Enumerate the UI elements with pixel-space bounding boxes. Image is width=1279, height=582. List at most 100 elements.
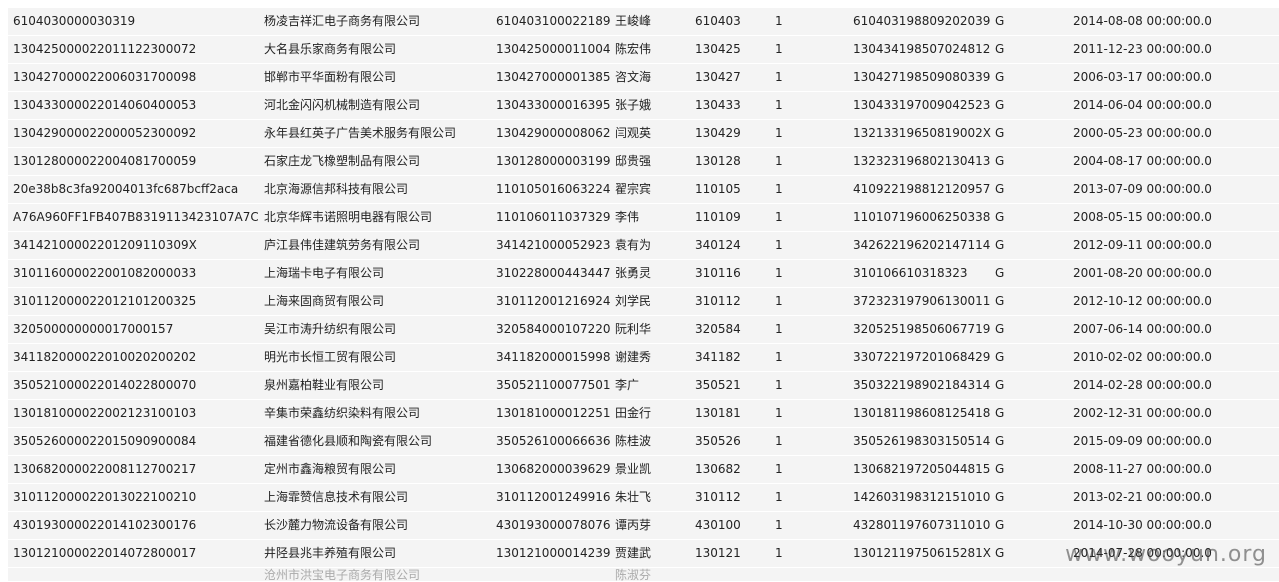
- cell-id-number: 132323196802130413: [853, 154, 991, 168]
- cell-id-number: 342622196202147114: [853, 238, 991, 252]
- cell-record-id: A76A960FF1FB407B8319113423107A7C: [13, 210, 258, 224]
- cell-registration-no: 130429000008062: [496, 126, 611, 140]
- cell-registration-no: 130682000039629: [496, 462, 611, 476]
- cell-id-number: 130427198509080339: [853, 70, 991, 84]
- cell-id-number: 130682197205044815: [853, 462, 991, 476]
- cell-id-number: 320525198506067719: [853, 322, 991, 336]
- cell-id-number: 130181198608125418: [853, 406, 991, 420]
- cell-date: 2012-09-11 00:00:00.0: [1073, 238, 1212, 252]
- cell-area-code: 130181: [695, 406, 741, 420]
- cell-area-code: 130429: [695, 126, 741, 140]
- table-row: 20e38b8c3fa92004013fc687bcff2aca 北京海源信邦科技…: [8, 176, 1279, 204]
- cell-id-number: 110107196006250338: [853, 210, 991, 224]
- cell-registration-no: [496, 568, 614, 581]
- cell-company-name: 明光市长恒工贸有限公司: [264, 350, 397, 364]
- cell-date: 2010-02-02 00:00:00.0: [1073, 350, 1212, 364]
- cell-registration-no: 130121000014239: [496, 546, 611, 560]
- cell-record-id: 310112000022012101200325: [13, 294, 197, 308]
- cell-company-name: 北京海源信邦科技有限公司: [264, 182, 409, 196]
- cell-status-flag: 1: [775, 406, 783, 420]
- table-row: 6104030000030319 杨凌吉祥汇电子商务有限公司 61040310002…: [8, 8, 1279, 36]
- cell-registration-no: 110105016063224: [496, 182, 611, 196]
- cell-status-flag: 1: [775, 42, 783, 56]
- cell-company-name: 邯郸市平华面粉有限公司: [264, 70, 397, 84]
- cell-company-name: 河北金闪闪机械制造有限公司: [264, 98, 421, 112]
- table-row: 130429000022000052300092 永年县红英子广告美术服务有限公司…: [8, 120, 1279, 148]
- cell-area-code: 320584: [695, 322, 741, 336]
- cell-category: G: [995, 294, 1005, 308]
- cell-category: G: [995, 490, 1005, 504]
- cell-category: G: [995, 210, 1005, 224]
- cell-date: 2013-07-09 00:00:00.0: [1073, 182, 1212, 196]
- cell-id-number: 310106610318323: [853, 266, 968, 280]
- cell-registration-no: 430193000078076: [496, 518, 611, 532]
- table-row: 350521000022014022800070 泉州嘉柏鞋业有限公司 350521…: [8, 372, 1279, 400]
- cell-record-id: 320500000000017000157: [13, 322, 174, 336]
- table-row: 310112000022013022100210 上海霏赞信息技术有限公司 3101…: [8, 484, 1279, 512]
- cell-record-id: 350526000022015090900084: [13, 434, 197, 448]
- cell-category: G: [995, 182, 1005, 196]
- cell-area-code: 130121: [695, 546, 741, 560]
- cell-record-id: 430193000022014102300176: [13, 518, 197, 532]
- cell-company-name: 福建省德化县顺和陶瓷有限公司: [264, 434, 433, 448]
- cell-legal-person: 张子娥: [615, 98, 652, 112]
- table-row: 130181000022002123100103 辛集市荣鑫纺织染料有限公司 130…: [8, 400, 1279, 428]
- table-row: 341182000022010020200202 明光市长恒工贸有限公司 34118…: [8, 344, 1279, 372]
- cell-category: G: [995, 406, 1005, 420]
- table-row: 310116000022001082000033 上海瑞卡电子有限公司 310228…: [8, 260, 1279, 288]
- cell-area-code: 341182: [695, 350, 741, 364]
- cell-registration-no: 610403100022189: [496, 14, 611, 28]
- cell-registration-no: 130128000003199: [496, 154, 611, 168]
- cell-status-flag: 1: [775, 238, 783, 252]
- cell-status-flag: 1: [775, 182, 783, 196]
- cell-registration-no: 350521100077501: [496, 378, 611, 392]
- cell-record-id: 130121000022014072800017: [13, 546, 197, 560]
- cell-company-name: 井陉县兆丰养殖有限公司: [264, 546, 397, 560]
- cell-record-id: 130427000022006031700098: [13, 70, 197, 84]
- cell-registration-no: 310228000443447: [496, 266, 611, 280]
- cell-id-number: 13213319650819002X: [853, 126, 992, 140]
- cell-area-code: 130433: [695, 98, 741, 112]
- cell-area-code: 130425: [695, 42, 741, 56]
- cell-id-number: 142603198312151010: [853, 490, 991, 504]
- data-table: 6104030000030319 杨凌吉祥汇电子商务有限公司 61040310002…: [0, 8, 1279, 582]
- cell-category: G: [995, 462, 1005, 476]
- cell-id-number: 372323197906130011: [853, 294, 991, 308]
- cell-id-number: 350526198303150514: [853, 434, 991, 448]
- cell-status-flag: 1: [775, 350, 783, 364]
- cell-legal-person: 朱壮飞: [615, 490, 652, 504]
- table-row: 310112000022012101200325 上海来固商贸有限公司 310112…: [8, 288, 1279, 316]
- cell-id-number: 130434198507024812: [853, 42, 991, 56]
- cell-record-id: 130433000022014060400053: [13, 98, 197, 112]
- cell-id-number: 330722197201068429: [853, 350, 991, 364]
- cell-status-flag: 1: [775, 154, 783, 168]
- cell-date: 2007-06-14 00:00:00.0: [1073, 322, 1212, 336]
- cell-date: 2013-02-21 00:00:00.0: [1073, 490, 1212, 504]
- cell-legal-person: 王峻峰: [615, 14, 652, 28]
- table-row: 130682000022008112700217 定州市鑫海粮贸有限公司 13068…: [8, 456, 1279, 484]
- table-row: 130425000022011122300072 大名县乐家商务有限公司 13042…: [8, 36, 1279, 64]
- cell-area-code: 340124: [695, 238, 741, 252]
- cell-legal-person: 邸贵强: [615, 154, 652, 168]
- cell-date: 2002-12-31 00:00:00.0: [1073, 406, 1212, 420]
- cell-date: 2014-08-08 00:00:00.0: [1073, 14, 1212, 28]
- cell-record-id: 130429000022000052300092: [13, 126, 197, 140]
- cell-record-id: 130682000022008112700217: [13, 462, 197, 476]
- cell-registration-no: 341182000015998: [496, 350, 611, 364]
- cell-company-name: 泉州嘉柏鞋业有限公司: [264, 378, 385, 392]
- cell-registration-no: 320584000107220: [496, 322, 611, 336]
- cell-record-id: 310116000022001082000033: [13, 266, 197, 280]
- cell-category: G: [995, 434, 1005, 448]
- cell-record-id: 310112000022013022100210: [13, 490, 197, 504]
- cell-status-flag: 1: [775, 14, 783, 28]
- cell-date: 2011-12-23 00:00:00.0: [1073, 42, 1212, 56]
- cell-area-code: 310112: [695, 490, 741, 504]
- cell-registration-no: 110106011037329: [496, 210, 611, 224]
- cell-legal-person: 谢建秀: [615, 350, 652, 364]
- cell-record-id: 6104030000030319: [13, 14, 136, 28]
- cell-category: G: [995, 98, 1005, 112]
- cell-category: G: [995, 14, 1005, 28]
- cell-record-id: 130425000022011122300072: [13, 42, 197, 56]
- cell-company-name: 定州市鑫海粮贸有限公司: [264, 462, 397, 476]
- cell-record-id: 130128000022004081700059: [13, 154, 197, 168]
